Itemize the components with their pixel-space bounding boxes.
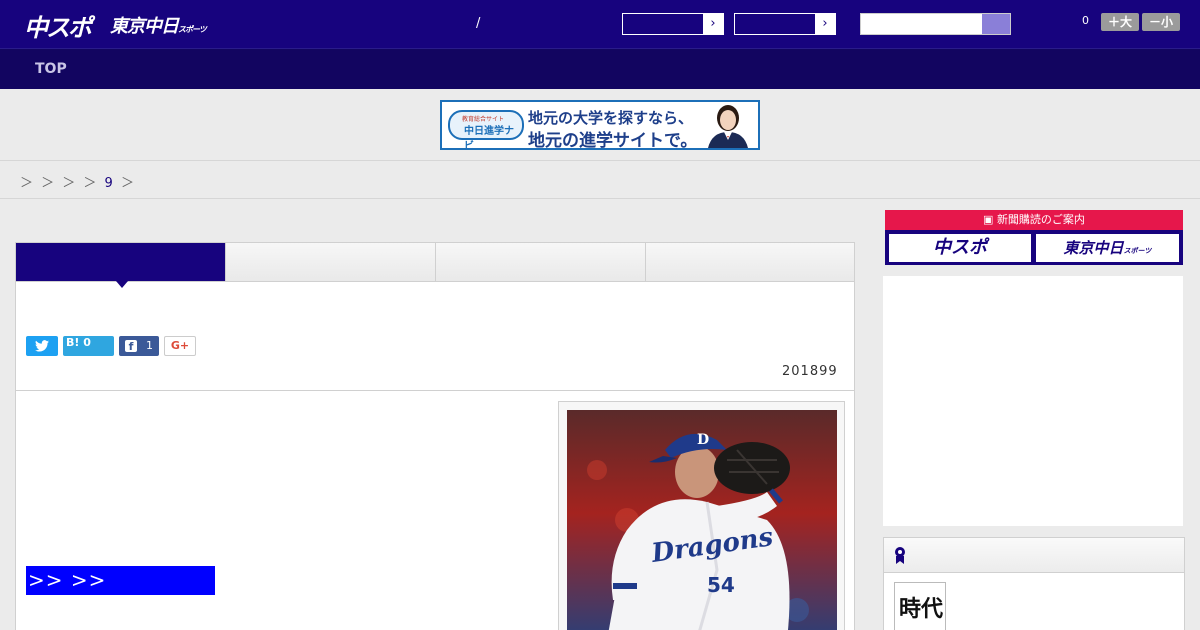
facebook-icon: f xyxy=(125,340,137,353)
tokyo-chunichi-logo[interactable]: 東京中日スポーツ xyxy=(110,12,207,38)
banner-person-image xyxy=(702,102,754,148)
subscription-box: ▣ 新聞購読のご案内 中スポ 東京中日スポーツ xyxy=(885,210,1183,265)
tokyo-logo-small: スポーツ xyxy=(178,25,207,34)
font-smaller-button[interactable]: －小 xyxy=(1142,13,1180,31)
article-photo-frame: Dragons 54 D xyxy=(558,401,845,630)
category-select-2[interactable]: › xyxy=(734,13,836,35)
sidebar-ad[interactable] xyxy=(883,276,1183,526)
thumb-text: 時代 xyxy=(899,596,944,622)
chevron-right-icon: › xyxy=(703,14,723,34)
tab-2[interactable] xyxy=(226,243,436,281)
sidebar-thumbnail[interactable]: 時代 xyxy=(894,582,946,630)
subscribe-tokyo-text: 東京中日 xyxy=(1063,239,1124,257)
google-plus-share-button[interactable]: G+ xyxy=(164,336,196,356)
chunichi-sports-logo[interactable]: 中スポ xyxy=(24,8,92,42)
ribbon-icon xyxy=(895,547,905,564)
banner-headline-2: 地元の進学サイトで。 xyxy=(528,131,698,150)
twitter-share-button[interactable] xyxy=(26,336,58,356)
sidebar-ranking-box: 時代 xyxy=(883,537,1185,630)
nav-item-top[interactable]: TOP xyxy=(35,61,67,77)
subscribe-tokyo-small: スポーツ xyxy=(1123,247,1152,255)
breadcrumb-trail: ＞ ＞ ＞ ＞ 9 ＞ xyxy=(20,172,136,191)
search-button[interactable] xyxy=(982,14,1010,34)
hatena-icon: B! xyxy=(66,336,80,349)
more-link[interactable]: >> >> xyxy=(26,566,215,595)
newspaper-icon: ▣ xyxy=(983,213,997,226)
category-select-1[interactable]: › xyxy=(622,13,724,35)
subscribe-tokyo-button[interactable]: 東京中日スポーツ xyxy=(1036,234,1179,262)
facebook-share-button[interactable]: f 1 xyxy=(119,336,159,356)
chevron-right-icon: › xyxy=(815,14,835,34)
cap-logo: D xyxy=(697,432,709,448)
facebook-count: 1 xyxy=(146,339,153,352)
banner-area: 教育総合サイト 中日進学ナビ 地元の大学を探すなら、 地元の進学サイトで。 xyxy=(0,90,1200,161)
article-tabs xyxy=(16,243,854,288)
subscription-header: ▣ 新聞購読のご案内 xyxy=(885,210,1183,230)
header-separator: / xyxy=(476,16,481,31)
tab-1[interactable] xyxy=(16,243,226,281)
article-main: B! 0 f 1 G+ 201899 >> >> Dragons 54 D xyxy=(15,242,855,630)
font-size-count: 0 xyxy=(1082,14,1089,27)
site-header: 中スポ 東京中日スポーツ / › › 0 ＋大 －小 xyxy=(0,0,1200,48)
active-tab-pointer xyxy=(116,281,128,288)
subscribe-chunichi-button[interactable]: 中スポ xyxy=(889,234,1031,262)
breadcrumb-separators[interactable]: ＞ ＞ ＞ ＞ xyxy=(20,176,98,191)
breadcrumb-item[interactable]: 9 xyxy=(105,176,115,191)
article-date: 201899 xyxy=(782,364,838,379)
divider xyxy=(16,390,854,391)
article-photo[interactable]: Dragons 54 D xyxy=(567,410,837,630)
breadcrumb: ＞ ＞ ＞ ＞ 9 ＞ xyxy=(0,161,1200,199)
banner-logo-text: 中日進学ナビ xyxy=(464,126,514,150)
banner-logo: 教育総合サイト 中日進学ナビ xyxy=(448,110,524,148)
tokyo-logo-text: 東京中日 xyxy=(110,16,179,37)
global-nav: TOP xyxy=(0,48,1200,89)
breadcrumb-separator: ＞ xyxy=(120,176,136,191)
hatena-bookmark-button[interactable]: B! 0 xyxy=(63,336,114,356)
tab-4[interactable] xyxy=(646,243,854,281)
tab-3[interactable] xyxy=(436,243,646,281)
sidebar-box-header xyxy=(884,538,1184,573)
jersey-number: 54 xyxy=(707,573,735,597)
font-larger-button[interactable]: ＋大 xyxy=(1101,13,1139,31)
subscription-title: 新聞購読のご案内 xyxy=(996,213,1085,226)
banner-headline-1: 地元の大学を探すなら、 xyxy=(528,109,694,127)
ad-banner[interactable]: 教育総合サイト 中日進学ナビ 地元の大学を探すなら、 地元の進学サイトで。 xyxy=(440,100,760,150)
twitter-icon xyxy=(35,340,49,352)
search-input[interactable] xyxy=(860,13,1011,35)
hatena-count: 0 xyxy=(83,336,91,349)
